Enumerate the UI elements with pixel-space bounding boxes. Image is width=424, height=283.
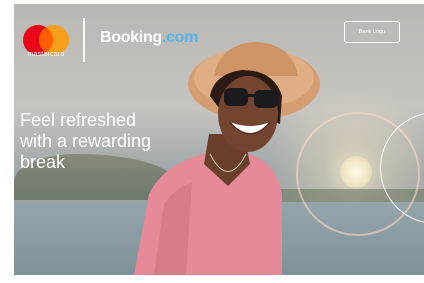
booking-logo: Booking.com — [100, 29, 198, 47]
headline: Feel refreshed with a rewarding break — [20, 110, 220, 173]
logo-divider — [83, 18, 85, 62]
booking-tld: .com — [161, 29, 199, 46]
headline-line: with a rewarding — [20, 131, 152, 151]
bank-logo-button[interactable]: Bank Logo — [344, 21, 400, 43]
headline-line: Feel refreshed — [20, 110, 137, 130]
booking-name: Booking — [100, 29, 162, 46]
mastercard-wordmark: mastercard — [27, 51, 65, 58]
headline-line: break — [20, 152, 66, 172]
